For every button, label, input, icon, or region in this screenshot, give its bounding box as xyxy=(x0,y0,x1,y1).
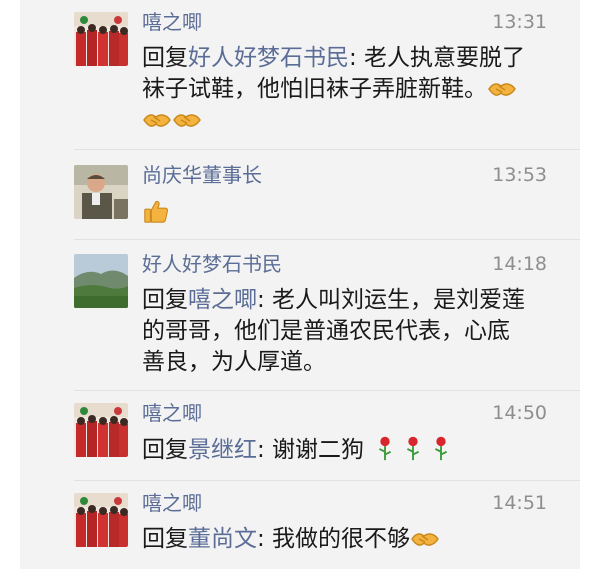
rose-emoji-icon xyxy=(407,436,420,461)
divider xyxy=(74,480,580,481)
comment-text: 袜子试鞋，他怕旧袜子弄脏新鞋。 xyxy=(142,76,487,102)
comment-time: 13:53 xyxy=(492,164,547,186)
mention-link[interactable]: 好人好梦石书民 xyxy=(188,45,349,71)
emoji-row xyxy=(142,105,562,136)
avatar[interactable] xyxy=(74,254,128,308)
handshake-emoji-icon xyxy=(411,533,439,546)
comment-author[interactable]: 嘻之唧 xyxy=(142,491,202,515)
comment-time: 14:50 xyxy=(492,402,547,424)
divider xyxy=(74,390,580,391)
comment-body: 回复好人好梦石书民: 老人执意要脱了 袜子试鞋，他怕旧袜子弄脏新鞋。 xyxy=(142,43,562,136)
comment-time: 14:18 xyxy=(492,253,547,275)
rose-emoji-icon xyxy=(379,436,392,461)
avatar[interactable] xyxy=(74,403,128,457)
comment-body: 回复嘻之唧: 老人叫刘运生，是刘爱莲 的哥哥，他们是普通农民代表，心底 善良，为… xyxy=(142,285,562,378)
reply-prefix: 回复 xyxy=(142,45,188,71)
comment-author[interactable]: 尚庆华董事长 xyxy=(142,163,262,187)
avatar[interactable] xyxy=(74,165,128,219)
thumbs-up-emoji-icon xyxy=(144,200,169,223)
comment-body: 回复景继红: 谢谢二狗 xyxy=(142,434,562,466)
divider xyxy=(74,239,580,240)
comment-text: : 谢谢二狗 xyxy=(257,437,365,463)
mention-link[interactable]: 嘻之唧 xyxy=(188,287,257,313)
comment-text: : 老人执意要脱了 xyxy=(349,45,526,71)
comment-text: : 老人叫刘运生，是刘爱莲 xyxy=(257,287,526,313)
comment-time: 14:51 xyxy=(492,492,547,514)
handshake-emoji-icon xyxy=(488,83,516,96)
reply-prefix: 回复 xyxy=(142,437,188,463)
mention-link[interactable]: 董尚文 xyxy=(188,526,257,552)
comment-body xyxy=(142,196,562,230)
avatar[interactable] xyxy=(74,493,128,547)
divider xyxy=(74,149,580,150)
comment-text: 的哥哥，他们是普通农民代表，心底 xyxy=(142,318,510,344)
comment-text: : 我做的很不够 xyxy=(257,526,411,552)
handshake-emoji-icon xyxy=(173,114,201,127)
comment-time: 13:31 xyxy=(492,11,547,33)
comment-author[interactable]: 嘻之唧 xyxy=(142,10,202,34)
mention-link[interactable]: 景继红 xyxy=(188,437,257,463)
comment-text: 善良，为人厚道。 xyxy=(142,349,326,375)
avatar[interactable] xyxy=(74,12,128,66)
reply-prefix: 回复 xyxy=(142,287,188,313)
comment-author[interactable]: 好人好梦石书民 xyxy=(142,252,282,276)
handshake-emoji-icon xyxy=(143,114,171,127)
comment-body: 回复董尚文: 我做的很不够 xyxy=(142,524,562,555)
comment-author[interactable]: 嘻之唧 xyxy=(142,401,202,425)
reply-prefix: 回复 xyxy=(142,526,188,552)
comment-list: 嘻之唧 13:31 回复好人好梦石书民: 老人执意要脱了 袜子试鞋，他怕旧袜子弄… xyxy=(20,0,580,569)
rose-emoji-icon xyxy=(435,436,448,461)
